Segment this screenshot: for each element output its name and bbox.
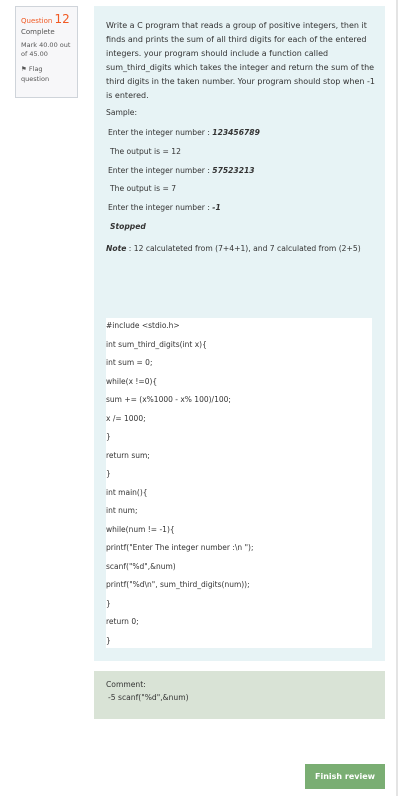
code-line: while(x !=0){ (106, 376, 158, 386)
sample-value: 57523213 (212, 166, 255, 175)
code-line: scanf("%d",&num) (106, 561, 176, 571)
sample-text: The output is = 7 (110, 184, 177, 193)
sample-line: The output is = 7 (110, 184, 176, 193)
note: Note : 12 calculateted from (7+4+1), and… (106, 242, 376, 255)
code-line: sum += (x%1000 - x% 100)/100; (106, 395, 231, 404)
question-content: Write a C program that reads a group of … (94, 6, 385, 661)
sample-line: Enter the integer number : 57523213 (108, 166, 255, 175)
question-text: Write a C program that reads a group of … (106, 21, 375, 100)
code-line: } (106, 598, 111, 608)
code-line: printf("%d\n", sum_third_digits(num)); (106, 580, 250, 589)
code-line: printf("Enter The integer number :\n "); (106, 543, 254, 552)
sample-value: -1 (212, 203, 221, 212)
sample-text: Enter the integer number : (108, 128, 213, 137)
code-line: } (106, 469, 111, 478)
note-text: : 12 calculateted from (7+4+1), and 7 ca… (126, 244, 361, 253)
question-mark: Mark 40.00 out of 45.00 (21, 41, 71, 58)
code-line: while(num != -1){ (106, 524, 175, 534)
code-line: int sum_third_digits(int x){ (106, 339, 207, 349)
scrollbar-track (396, 0, 398, 796)
sample-line: Enter the integer number : -1 (108, 203, 221, 212)
code-line: int main(){ (106, 487, 148, 497)
code-line: return sum; (106, 450, 150, 460)
sample-line: Enter the integer number : 123456789 (108, 128, 260, 137)
sample-text: Enter the integer number : (108, 203, 213, 212)
sample-value: 123456789 (212, 128, 260, 137)
question-number: Question 12 (21, 12, 72, 26)
code-line: int num; (106, 506, 138, 515)
sample-line: The output is = 12 (110, 147, 181, 156)
code-line: return 0; (106, 617, 139, 626)
code-line: } (106, 635, 111, 645)
question-number-value: 12 (54, 12, 70, 26)
sample-text: The output is = 12 (110, 147, 181, 156)
code-line: } (106, 432, 111, 441)
flag-icon: ⚑ (21, 65, 27, 73)
code-line: #include <stdio.h> (106, 321, 180, 330)
flag-question-link[interactable]: ⚑ Flag question (21, 64, 72, 84)
comment-text: -5 scanf("%d",&num) (108, 693, 189, 702)
finish-review-button[interactable]: Finish review (305, 764, 385, 789)
note-label: Note (106, 244, 127, 253)
sample-label: Sample: (106, 108, 138, 117)
comment-box: Comment: -5 scanf("%d",&num) (94, 671, 385, 719)
question-info-panel: Question 12 Complete Mark 40.00 out of 4… (15, 6, 78, 98)
sample-line: Stopped (110, 222, 146, 231)
sample-value: Stopped (110, 222, 146, 231)
code-line: int sum = 0; (106, 358, 153, 367)
question-state: Complete (21, 28, 55, 36)
question-label: Question (21, 17, 53, 25)
comment-label: Comment: (106, 680, 146, 689)
answer-code-box: #include <stdio.h> int sum_third_digits(i… (106, 318, 372, 648)
sample-text: Enter the integer number : (108, 166, 213, 175)
code-line: x /= 1000; (106, 413, 146, 423)
